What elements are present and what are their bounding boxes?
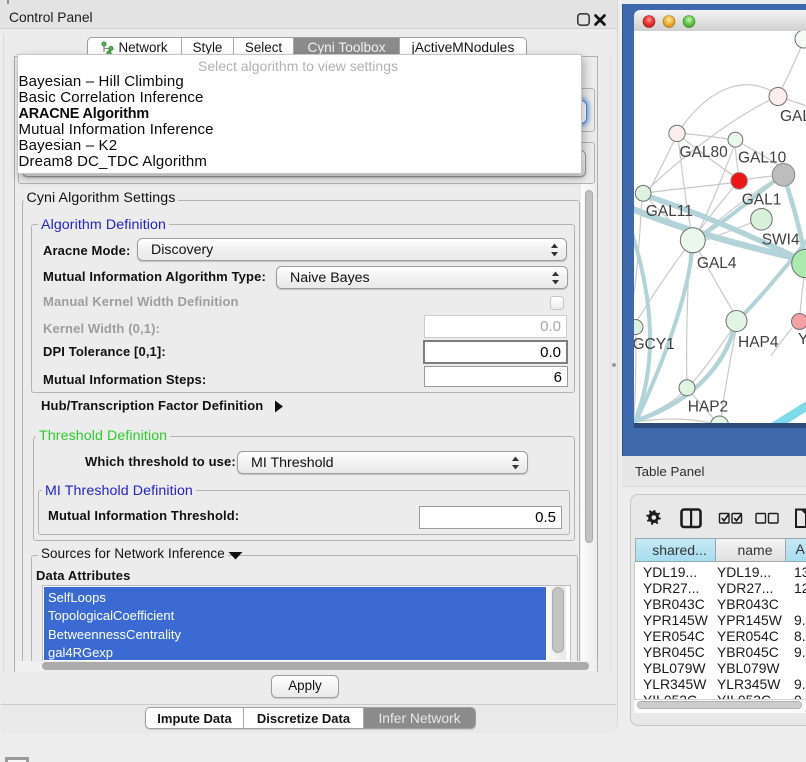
svg-text:GCY1: GCY1 [634,336,675,353]
svg-text:HAP4: HAP4 [738,334,779,351]
svg-text:GAL11: GAL11 [646,203,693,220]
svg-text:GAL10: GAL10 [738,150,787,167]
svg-text:GAL7: GAL7 [780,108,806,125]
svg-text:SWI4: SWI4 [762,232,800,249]
svg-text:GAL80: GAL80 [680,144,729,161]
svg-text:Y: Y [798,331,806,348]
svg-text:GAL1: GAL1 [742,192,782,209]
svg-text:GAL4: GAL4 [697,255,737,272]
svg-text:HAP2: HAP2 [688,399,729,416]
